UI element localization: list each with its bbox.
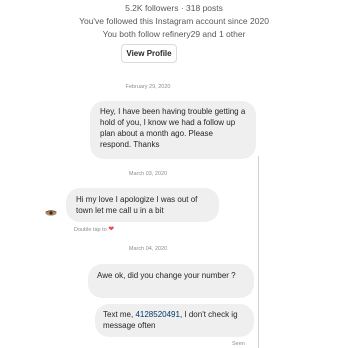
message-bubble-sent[interactable]: Awe ok, did you change your number ? [88,264,254,298]
message-bubble-sent[interactable]: Text me, 4128520491, I don't check ig me… [95,304,254,337]
date-separator: March 03, 2020 [128,171,168,177]
scrollbar[interactable] [258,156,259,348]
view-profile-button[interactable]: View Profile [121,44,177,63]
profile-followed-since: You've followed this Instagram account s… [79,16,269,26]
profile-mutual-follows: You both follow refinery29 and 1 other [102,29,246,39]
heart-icon: ❤ [108,226,115,233]
double-tap-hint: Double tap to ❤ [74,225,114,233]
profile-stats: 5.2K followers · 318 posts [125,3,223,13]
date-separator: March 04, 2020 [128,246,168,252]
message-bubble-sent[interactable]: Hey, I have been having trouble getting … [90,101,256,159]
seen-indicator: Seen [232,341,245,347]
phone-number-link[interactable]: 4128520491 [135,310,180,319]
avatar-icon[interactable] [44,206,58,220]
date-separator: February 29, 2020 [125,84,171,90]
message-bubble-received[interactable]: Hi my love I apologize I was out of town… [66,188,219,222]
double-tap-label: Double tap to [74,227,107,233]
message-text: Text me, [103,310,136,319]
